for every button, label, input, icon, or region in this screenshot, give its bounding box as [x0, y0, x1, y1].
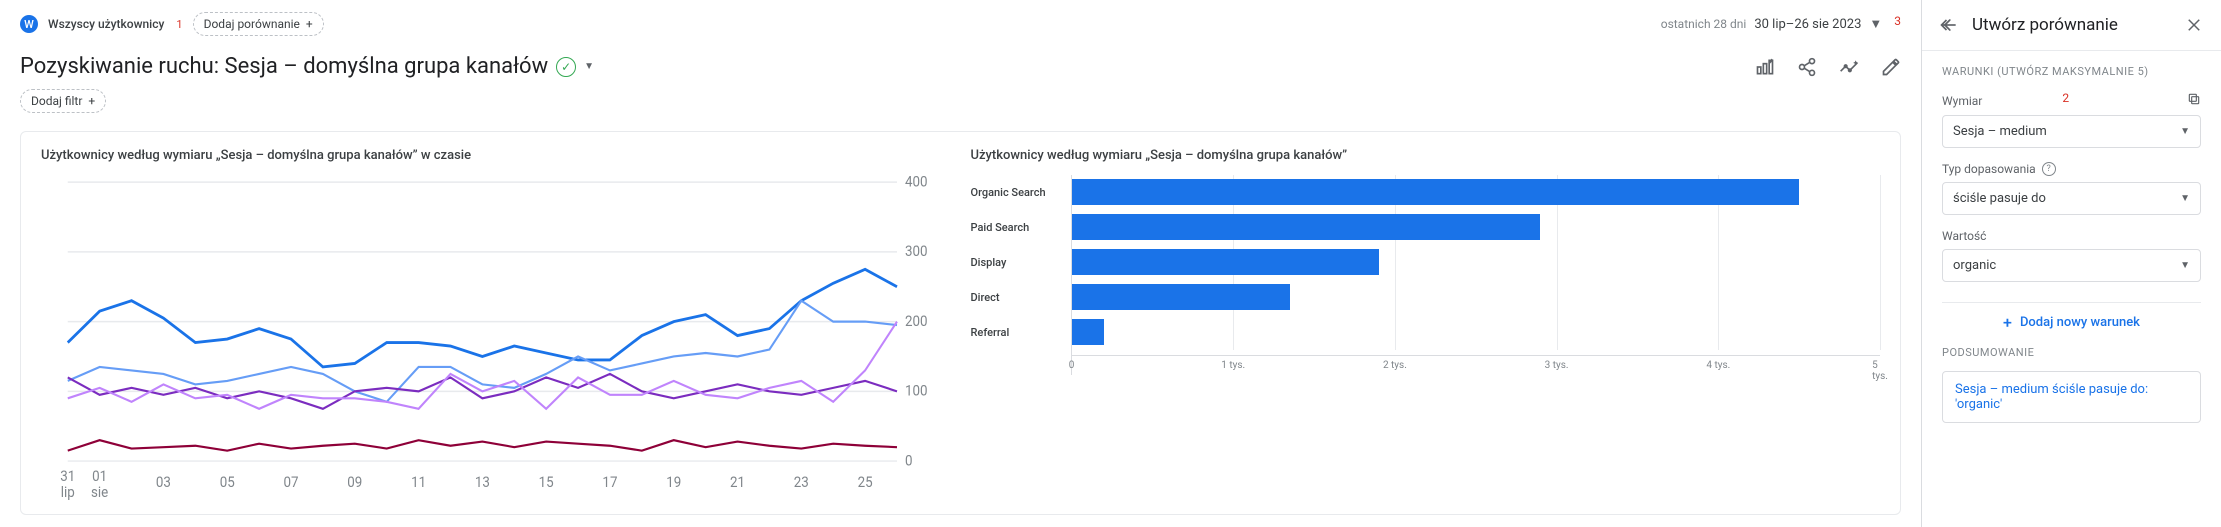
add-filter-button[interactable]: Dodaj filtr +: [20, 89, 106, 113]
bar-category-label: Display: [971, 245, 1071, 280]
bar-x-tick: 4 tys.: [1706, 360, 1730, 371]
share-icon[interactable]: [1797, 57, 1817, 77]
side-panel-title: Utwórz porównanie: [1972, 15, 2171, 35]
note-2: 2: [2062, 91, 2069, 105]
dimension-select[interactable]: Sesja – medium ▼: [1942, 115, 2201, 148]
check-icon[interactable]: ✓: [556, 57, 576, 77]
plus-icon: +: [2003, 313, 2012, 332]
back-icon[interactable]: [1938, 14, 1960, 36]
note-3: 3: [1894, 14, 1901, 28]
bar-x-tick: 0: [1069, 360, 1075, 371]
value-value: organic: [1953, 258, 1996, 273]
chevron-down-icon: ▼: [2180, 193, 2190, 204]
help-icon[interactable]: ?: [2042, 162, 2056, 176]
bar-x-tick: 3 tys.: [1545, 360, 1569, 371]
copy-icon[interactable]: [2187, 92, 2201, 109]
svg-text:23: 23: [794, 474, 809, 491]
svg-text:05: 05: [220, 474, 235, 491]
match-type-value: ściśle pasuje do: [1953, 191, 2046, 206]
chevron-down-icon: ▼: [2180, 126, 2190, 137]
svg-text:09: 09: [347, 474, 362, 491]
bar: [1072, 284, 1290, 310]
svg-text:13: 13: [475, 474, 490, 491]
bar: [1072, 319, 1104, 345]
plus-icon: +: [88, 94, 95, 108]
edit-icon[interactable]: [1881, 57, 1901, 77]
svg-text:01: 01: [92, 469, 107, 486]
add-comparison-button[interactable]: Dodaj porównanie +: [193, 12, 324, 36]
summary-section-label: PODSUMOWANIE: [1922, 342, 2221, 365]
svg-text:300: 300: [905, 244, 928, 261]
date-range-picker[interactable]: ostatnich 28 dni 30 lip–26 sie 2023 ▼ 3: [1661, 16, 1901, 32]
conditions-section-label: WARUNKI (UTWÓRZ MAKSYMALNIE 5): [1922, 51, 2221, 84]
svg-text:17: 17: [602, 474, 617, 491]
insights-icon[interactable]: [1839, 57, 1859, 77]
dimension-label: Wymiar: [1942, 94, 1982, 108]
value-select[interactable]: organic ▼: [1942, 249, 2201, 282]
audience-badge: W: [20, 15, 38, 33]
add-comparison-label: Dodaj porównanie: [204, 17, 300, 31]
svg-text:sie: sie: [91, 484, 108, 501]
svg-text:19: 19: [666, 474, 681, 491]
match-type-select[interactable]: ściśle pasuje do ▼: [1942, 182, 2201, 215]
svg-text:lip: lip: [61, 484, 75, 501]
svg-text:400: 400: [905, 175, 928, 191]
close-icon[interactable]: [2183, 14, 2205, 36]
title-dropdown-icon[interactable]: ▼: [584, 61, 594, 72]
bar-x-tick: 5 tys.: [1872, 360, 1888, 382]
audience-label: Wszyscy użytkownicy: [48, 17, 164, 31]
bar-category-label: Paid Search: [971, 210, 1071, 245]
svg-text:21: 21: [730, 474, 745, 491]
bar-x-tick: 1 tys.: [1221, 360, 1245, 371]
chevron-down-icon: ▼: [2180, 260, 2190, 271]
dimension-value: Sesja – medium: [1953, 124, 2047, 139]
svg-text:07: 07: [284, 474, 299, 491]
date-range-value: 30 lip–26 sie 2023: [1754, 17, 1861, 32]
match-type-label: Typ dopasowania: [1942, 162, 2036, 176]
bar-category-label: Organic Search: [971, 175, 1071, 210]
summary-text: Sesja – medium ściśle pasuje do: 'organi…: [1942, 371, 2201, 423]
line-chart-title: Użytkownicy według wymiaru „Sesja – domy…: [41, 148, 951, 163]
chevron-down-icon: ▼: [1869, 16, 1882, 32]
page-title: Pozyskiwanie ruchu: Sesja – domyślna gru…: [20, 54, 548, 79]
svg-text:25: 25: [858, 474, 873, 491]
add-condition-label: Dodaj nowy warunek: [2020, 315, 2140, 330]
date-range-prefix: ostatnich 28 dni: [1661, 17, 1747, 31]
svg-text:15: 15: [539, 474, 554, 491]
note-1: 1: [176, 18, 182, 31]
value-label: Wartość: [1942, 229, 1986, 243]
add-filter-label: Dodaj filtr: [31, 94, 82, 108]
svg-text:200: 200: [905, 314, 928, 331]
bar: [1072, 249, 1379, 275]
customize-icon[interactable]: [1755, 57, 1775, 77]
svg-text:31: 31: [60, 469, 75, 486]
add-condition-button[interactable]: + Dodaj nowy warunek: [1942, 302, 2201, 342]
svg-text:100: 100: [905, 383, 928, 400]
svg-text:11: 11: [411, 474, 426, 491]
bar-chart: Organic SearchPaid SearchDisplayDirectRe…: [971, 175, 1881, 504]
svg-text:03: 03: [156, 474, 171, 491]
svg-text:0: 0: [905, 453, 913, 470]
bar-category-label: Direct: [971, 280, 1071, 315]
bar-chart-title: Użytkownicy według wymiaru „Sesja – domy…: [971, 148, 1881, 163]
bar: [1072, 179, 1800, 205]
bar: [1072, 214, 1541, 240]
bar-x-tick: 2 tys.: [1383, 360, 1407, 371]
bar-category-label: Referral: [971, 315, 1071, 350]
plus-icon: +: [306, 17, 313, 31]
line-chart: 0 100 200 300 400 31lip 01sie 03 05 07 09 11 13 15 17 1…: [41, 175, 951, 504]
